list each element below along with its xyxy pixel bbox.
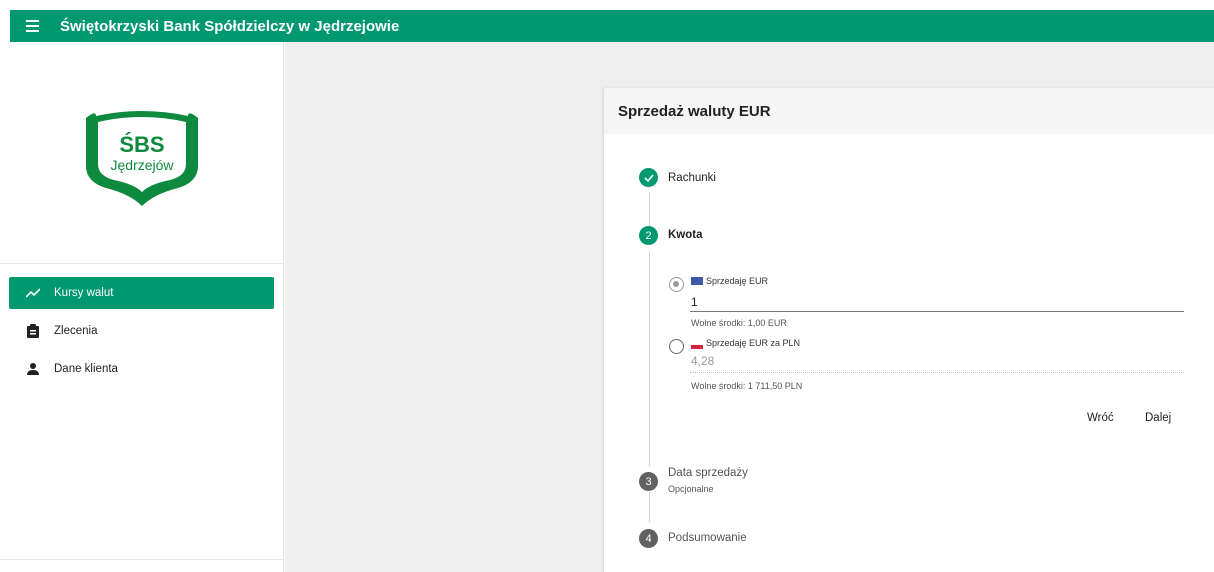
clipboard-icon bbox=[26, 324, 40, 338]
sidebar-item-label: Dane klienta bbox=[54, 363, 118, 375]
step-label-rachunki[interactable]: Rachunki bbox=[668, 172, 716, 184]
sidebar-item-kursy-walut[interactable]: Kursy walut bbox=[9, 277, 274, 309]
sidebar-item-zlecenia[interactable]: Zlecenia bbox=[9, 315, 274, 347]
sidebar-item-label: Zlecenia bbox=[54, 325, 98, 337]
currency-sale-card: Sprzedaż waluty EUR Rachunki 2 Kwota Spr… bbox=[604, 88, 1214, 572]
person-icon bbox=[26, 362, 40, 376]
next-button[interactable]: Dalej bbox=[1145, 412, 1171, 424]
sidebar-nav: Kursy walut Zlecenia Dane klienta bbox=[0, 264, 283, 385]
step-number-2: 2 bbox=[639, 226, 658, 245]
sell-eur-for-pln-available-funds: Wolne środki: 1 711,50 PLN bbox=[691, 381, 803, 391]
bank-logo: ŚBS Jędrzejów bbox=[86, 111, 198, 206]
step-label-podsumowanie[interactable]: Podsumowanie bbox=[668, 532, 747, 544]
stepper-connector bbox=[649, 492, 650, 522]
logo-text-main: ŚBS bbox=[119, 132, 164, 157]
step-sublabel-optional: Opcjonalne bbox=[668, 484, 714, 494]
logo-text-sub: Jędrzejów bbox=[110, 157, 174, 173]
sidebar: ŚBS Jędrzejów Kursy walut Zlecenia Dane … bbox=[0, 42, 284, 572]
back-button[interactable]: Wróć bbox=[1087, 412, 1114, 424]
logo-area: ŚBS Jędrzejów bbox=[0, 42, 283, 264]
sell-eur-available-funds: Wolne środki: 1,00 EUR bbox=[691, 318, 787, 328]
stepper-connector bbox=[649, 192, 650, 226]
step-label-kwota[interactable]: Kwota bbox=[668, 229, 703, 241]
sell-eur-for-pln-input-underline bbox=[690, 372, 1184, 373]
sell-eur-input-underline bbox=[690, 311, 1184, 312]
step-number-4: 4 bbox=[639, 529, 658, 548]
sidebar-divider bbox=[0, 559, 283, 560]
radio-sell-eur-for-pln[interactable] bbox=[669, 339, 684, 354]
eu-flag-icon bbox=[691, 277, 703, 285]
sidebar-item-label: Kursy walut bbox=[54, 287, 114, 299]
sell-eur-label: Sprzedaję EUR bbox=[706, 276, 769, 286]
stepper-connector bbox=[649, 251, 650, 466]
radio-sell-eur[interactable] bbox=[669, 277, 684, 292]
step-number-3: 3 bbox=[639, 472, 658, 491]
sell-eur-for-pln-amount-input[interactable]: 4,28 bbox=[691, 354, 714, 368]
pl-flag-icon bbox=[691, 341, 703, 349]
step-done-icon bbox=[639, 168, 658, 187]
sell-eur-amount-input[interactable]: 1 bbox=[691, 295, 698, 309]
menu-icon[interactable] bbox=[26, 10, 46, 42]
app-header: Świętokrzyski Bank Spółdzielczy w Jędrze… bbox=[10, 10, 1214, 42]
card-title: Sprzedaż waluty EUR bbox=[604, 88, 1214, 134]
step-label-data-sprzedazy[interactable]: Data sprzedaży bbox=[668, 467, 748, 479]
app-title: Świętokrzyski Bank Spółdzielczy w Jędrze… bbox=[60, 17, 400, 35]
sidebar-item-dane-klienta[interactable]: Dane klienta bbox=[9, 353, 274, 385]
sell-eur-for-pln-label: Sprzedaję EUR za PLN bbox=[706, 338, 801, 348]
trending-up-icon bbox=[26, 286, 40, 300]
